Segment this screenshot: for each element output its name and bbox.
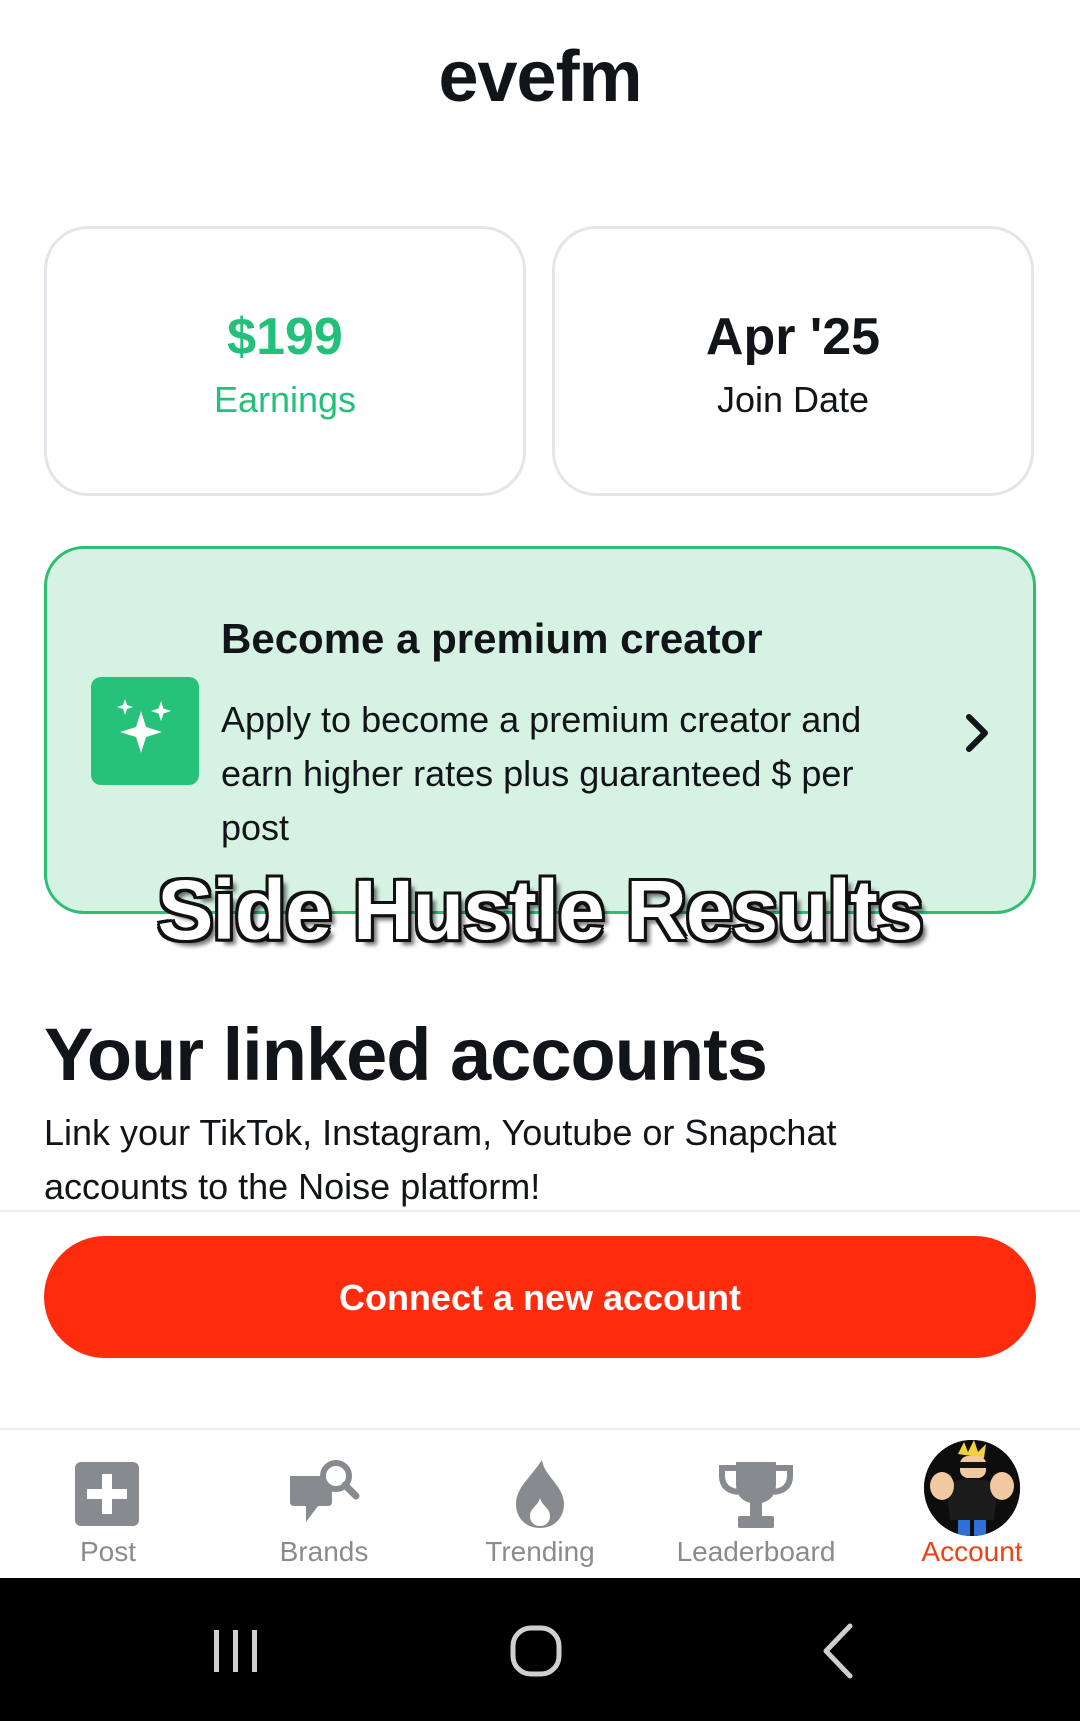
join-date-card: Apr '25 Join Date <box>552 226 1034 496</box>
premium-creator-banner[interactable]: Become a premium creator Apply to become… <box>44 546 1036 914</box>
tab-post[interactable]: Post <box>0 1430 216 1578</box>
profile-username: evefm <box>438 37 642 117</box>
premium-title: Become a premium creator <box>221 615 763 662</box>
linked-accounts-description: Link your TikTok, Instagram, Youtube or … <box>44 1112 837 1207</box>
trophy-icon <box>719 1462 793 1528</box>
tab-account-label: Account <box>921 1536 1023 1567</box>
earnings-value: $199 <box>227 308 343 366</box>
plus-square-icon <box>75 1462 139 1526</box>
brand-search-icon <box>290 1460 360 1522</box>
flame-icon <box>516 1460 564 1528</box>
tab-brands[interactable]: Brands <box>216 1430 432 1578</box>
sparkles-icon <box>91 677 199 785</box>
tab-account[interactable]: Account <box>864 1430 1080 1578</box>
premium-description: Apply to become a premium creator and ea… <box>221 699 862 848</box>
tab-leaderboard-label: Leaderboard <box>676 1536 836 1567</box>
home-icon[interactable] <box>496 1616 576 1686</box>
system-navigation-bar <box>0 1578 1080 1721</box>
recent-apps-icon[interactable] <box>196 1616 276 1686</box>
bottom-tab-bar: Post Brands Trending Leaderboard Account <box>0 1430 1080 1578</box>
join-date-label: Join Date <box>716 379 870 420</box>
connect-account-button[interactable]: Connect a new account <box>44 1236 1036 1358</box>
linked-accounts-heading: Your linked accounts <box>44 1013 768 1096</box>
tab-trending-label: Trending <box>485 1536 595 1567</box>
earnings-label: Earnings <box>213 379 357 420</box>
chevron-right-icon <box>966 714 988 752</box>
tab-leaderboard[interactable]: Leaderboard <box>648 1430 864 1578</box>
section-divider <box>0 1210 1080 1212</box>
tab-post-label: Post <box>79 1536 137 1567</box>
tab-trending[interactable]: Trending <box>432 1430 648 1578</box>
join-date-value: Apr '25 <box>705 308 881 366</box>
back-icon[interactable] <box>800 1616 880 1686</box>
tab-brands-label: Brands <box>279 1536 369 1567</box>
video-caption-overlay: Side Hustle Results <box>157 863 923 957</box>
avatar <box>924 1440 1020 1536</box>
earnings-card: $199 Earnings <box>44 226 526 496</box>
